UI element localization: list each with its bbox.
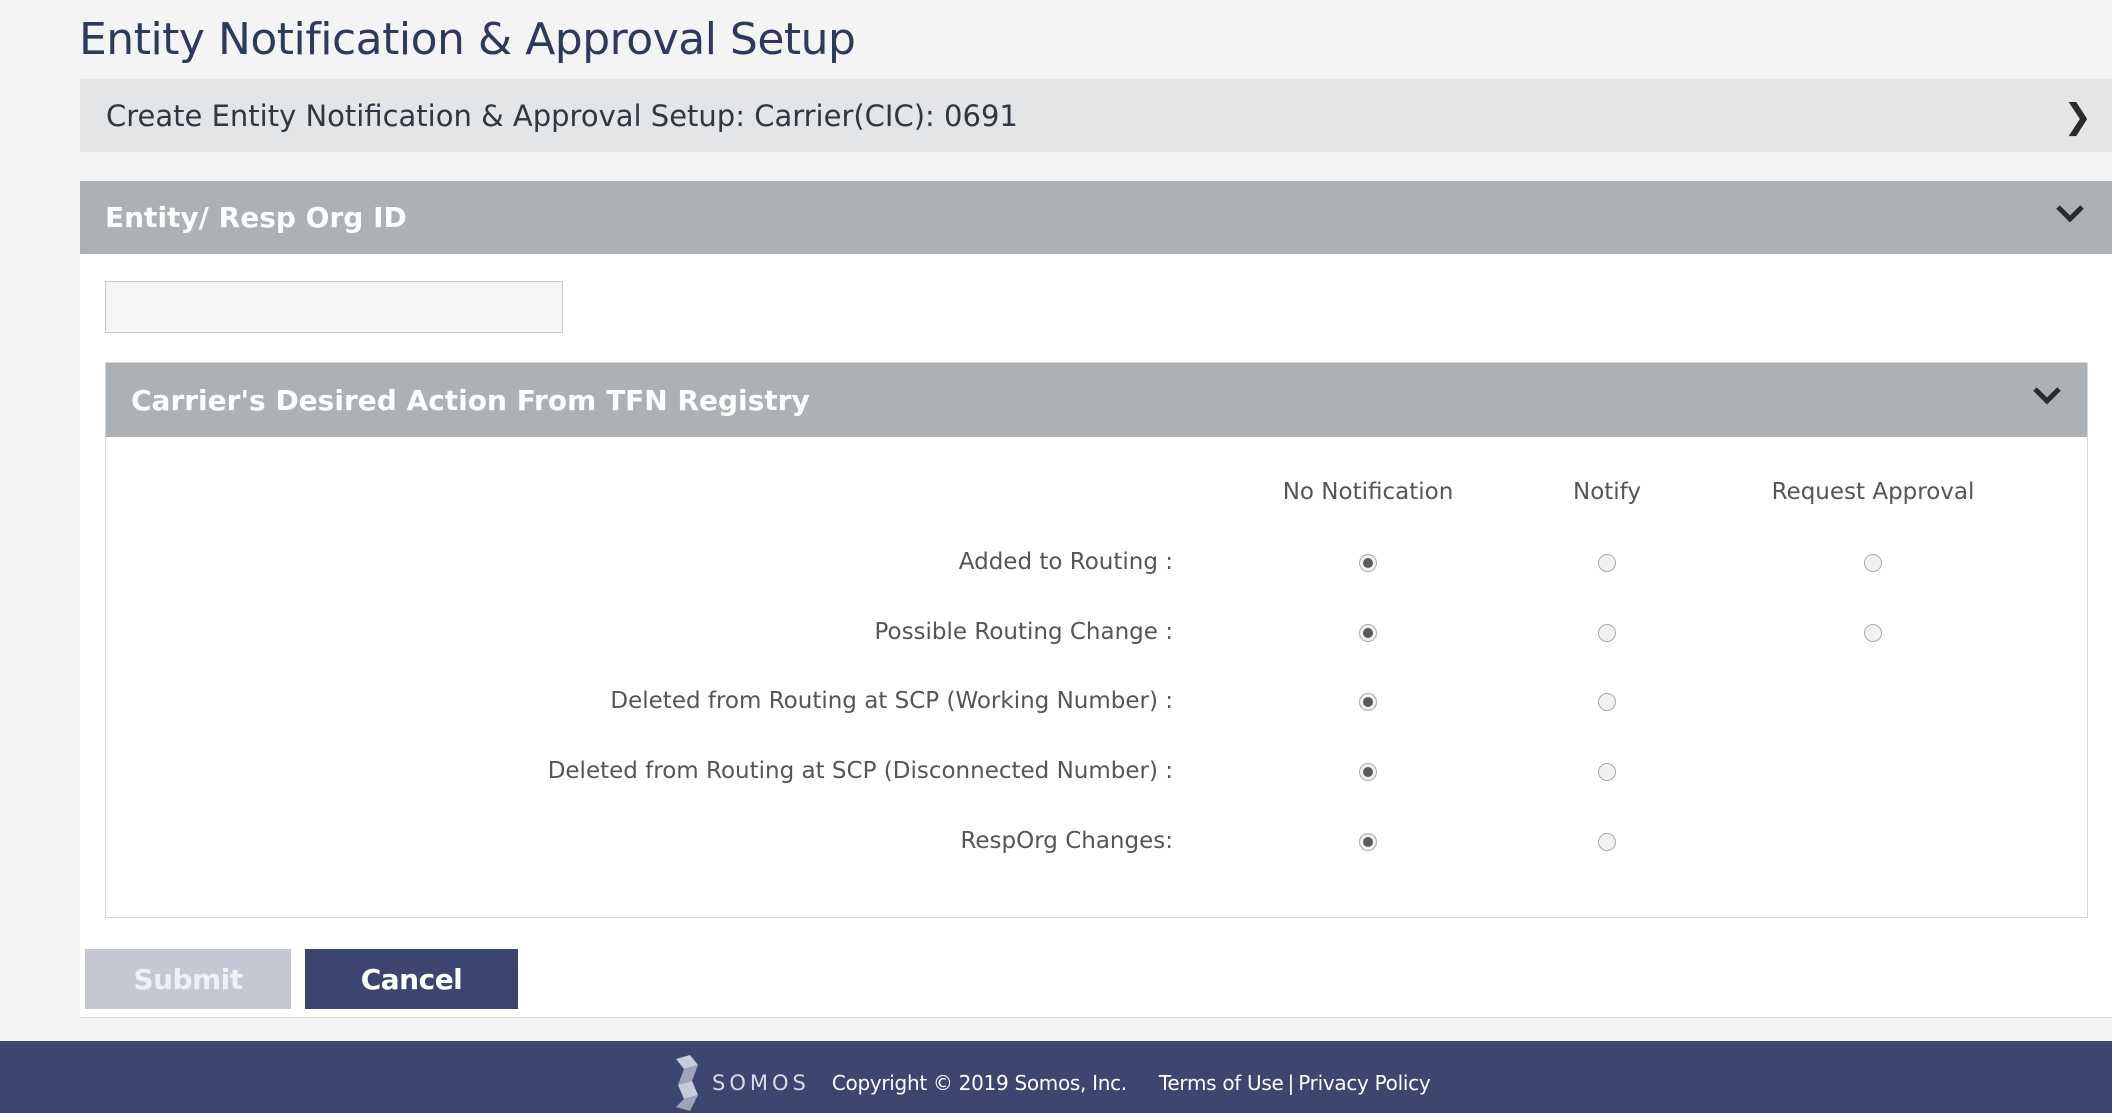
terms-of-use-link[interactable]: Terms of Use — [1159, 1071, 1284, 1095]
column-header-request-approval: Request Approval — [1771, 479, 1975, 505]
privacy-policy-link[interactable]: Privacy Policy — [1298, 1071, 1430, 1095]
cancel-button[interactable]: Cancel — [305, 949, 518, 1009]
radio-added-to-routing-notify[interactable] — [1598, 554, 1616, 572]
radio-deleted-working-notify[interactable] — [1598, 693, 1616, 711]
carrier-action-section: Carrier's Desired Action From TFN Regist… — [105, 362, 2088, 918]
row-label-resporg-changes: RespOrg Changes: — [960, 828, 1173, 854]
radio-resporg-changes-notify[interactable] — [1598, 833, 1616, 851]
chevron-right-icon[interactable]: ❯ — [2064, 97, 2093, 137]
row-label-added-to-routing: Added to Routing : — [958, 549, 1173, 575]
entity-card: Entity/ Resp Org ID Carrier's Desired Ac… — [80, 181, 2112, 1018]
somos-logo-icon — [676, 1055, 698, 1111]
footer-separator: | — [1287, 1071, 1295, 1095]
row-label-deleted-disconnected-number: Deleted from Routing at SCP (Disconnecte… — [547, 758, 1173, 784]
chevron-down-icon[interactable] — [2052, 195, 2088, 231]
create-setup-label: Create Entity Notification & Approval Se… — [106, 98, 1018, 133]
footer: SOMOS Copyright © 2019 Somos, Inc. Terms… — [0, 1041, 2112, 1113]
somos-logo-text: SOMOS — [712, 1071, 810, 1095]
column-header-no-notification: No Notification — [1282, 479, 1454, 505]
copyright-text: Copyright © 2019 Somos, Inc. — [831, 1071, 1127, 1095]
carrier-action-header[interactable]: Carrier's Desired Action From TFN Regist… — [106, 363, 2087, 437]
chevron-down-icon[interactable] — [2029, 377, 2065, 413]
submit-button[interactable]: Submit — [85, 949, 291, 1009]
radio-deleted-working-no-notification[interactable] — [1359, 693, 1377, 711]
entity-section-title: Entity/ Resp Org ID — [105, 201, 407, 234]
radio-possible-routing-change-notify[interactable] — [1598, 624, 1616, 642]
radio-added-to-routing-request-approval[interactable] — [1864, 554, 1882, 572]
radio-possible-routing-change-request-approval[interactable] — [1864, 624, 1882, 642]
carrier-action-title: Carrier's Desired Action From TFN Regist… — [131, 383, 810, 417]
radio-added-to-routing-no-notification[interactable] — [1359, 554, 1377, 572]
radio-deleted-disconnected-no-notification[interactable] — [1359, 763, 1377, 781]
radio-possible-routing-change-no-notification[interactable] — [1359, 624, 1377, 642]
create-setup-bar[interactable]: Create Entity Notification & Approval Se… — [80, 79, 2112, 152]
column-header-notify: Notify — [1573, 479, 1641, 505]
footer-content: SOMOS Copyright © 2019 Somos, Inc. Terms… — [672, 1055, 1431, 1111]
page-title: Entity Notification & Approval Setup — [79, 14, 856, 65]
row-label-possible-routing-change: Possible Routing Change : — [874, 619, 1173, 645]
radio-resporg-changes-no-notification[interactable] — [1359, 833, 1377, 851]
entity-section-header[interactable]: Entity/ Resp Org ID — [80, 181, 2112, 254]
radio-deleted-disconnected-notify[interactable] — [1598, 763, 1616, 781]
entity-resp-org-id-input[interactable] — [105, 281, 563, 333]
row-label-deleted-working-number: Deleted from Routing at SCP (Working Num… — [610, 688, 1173, 714]
